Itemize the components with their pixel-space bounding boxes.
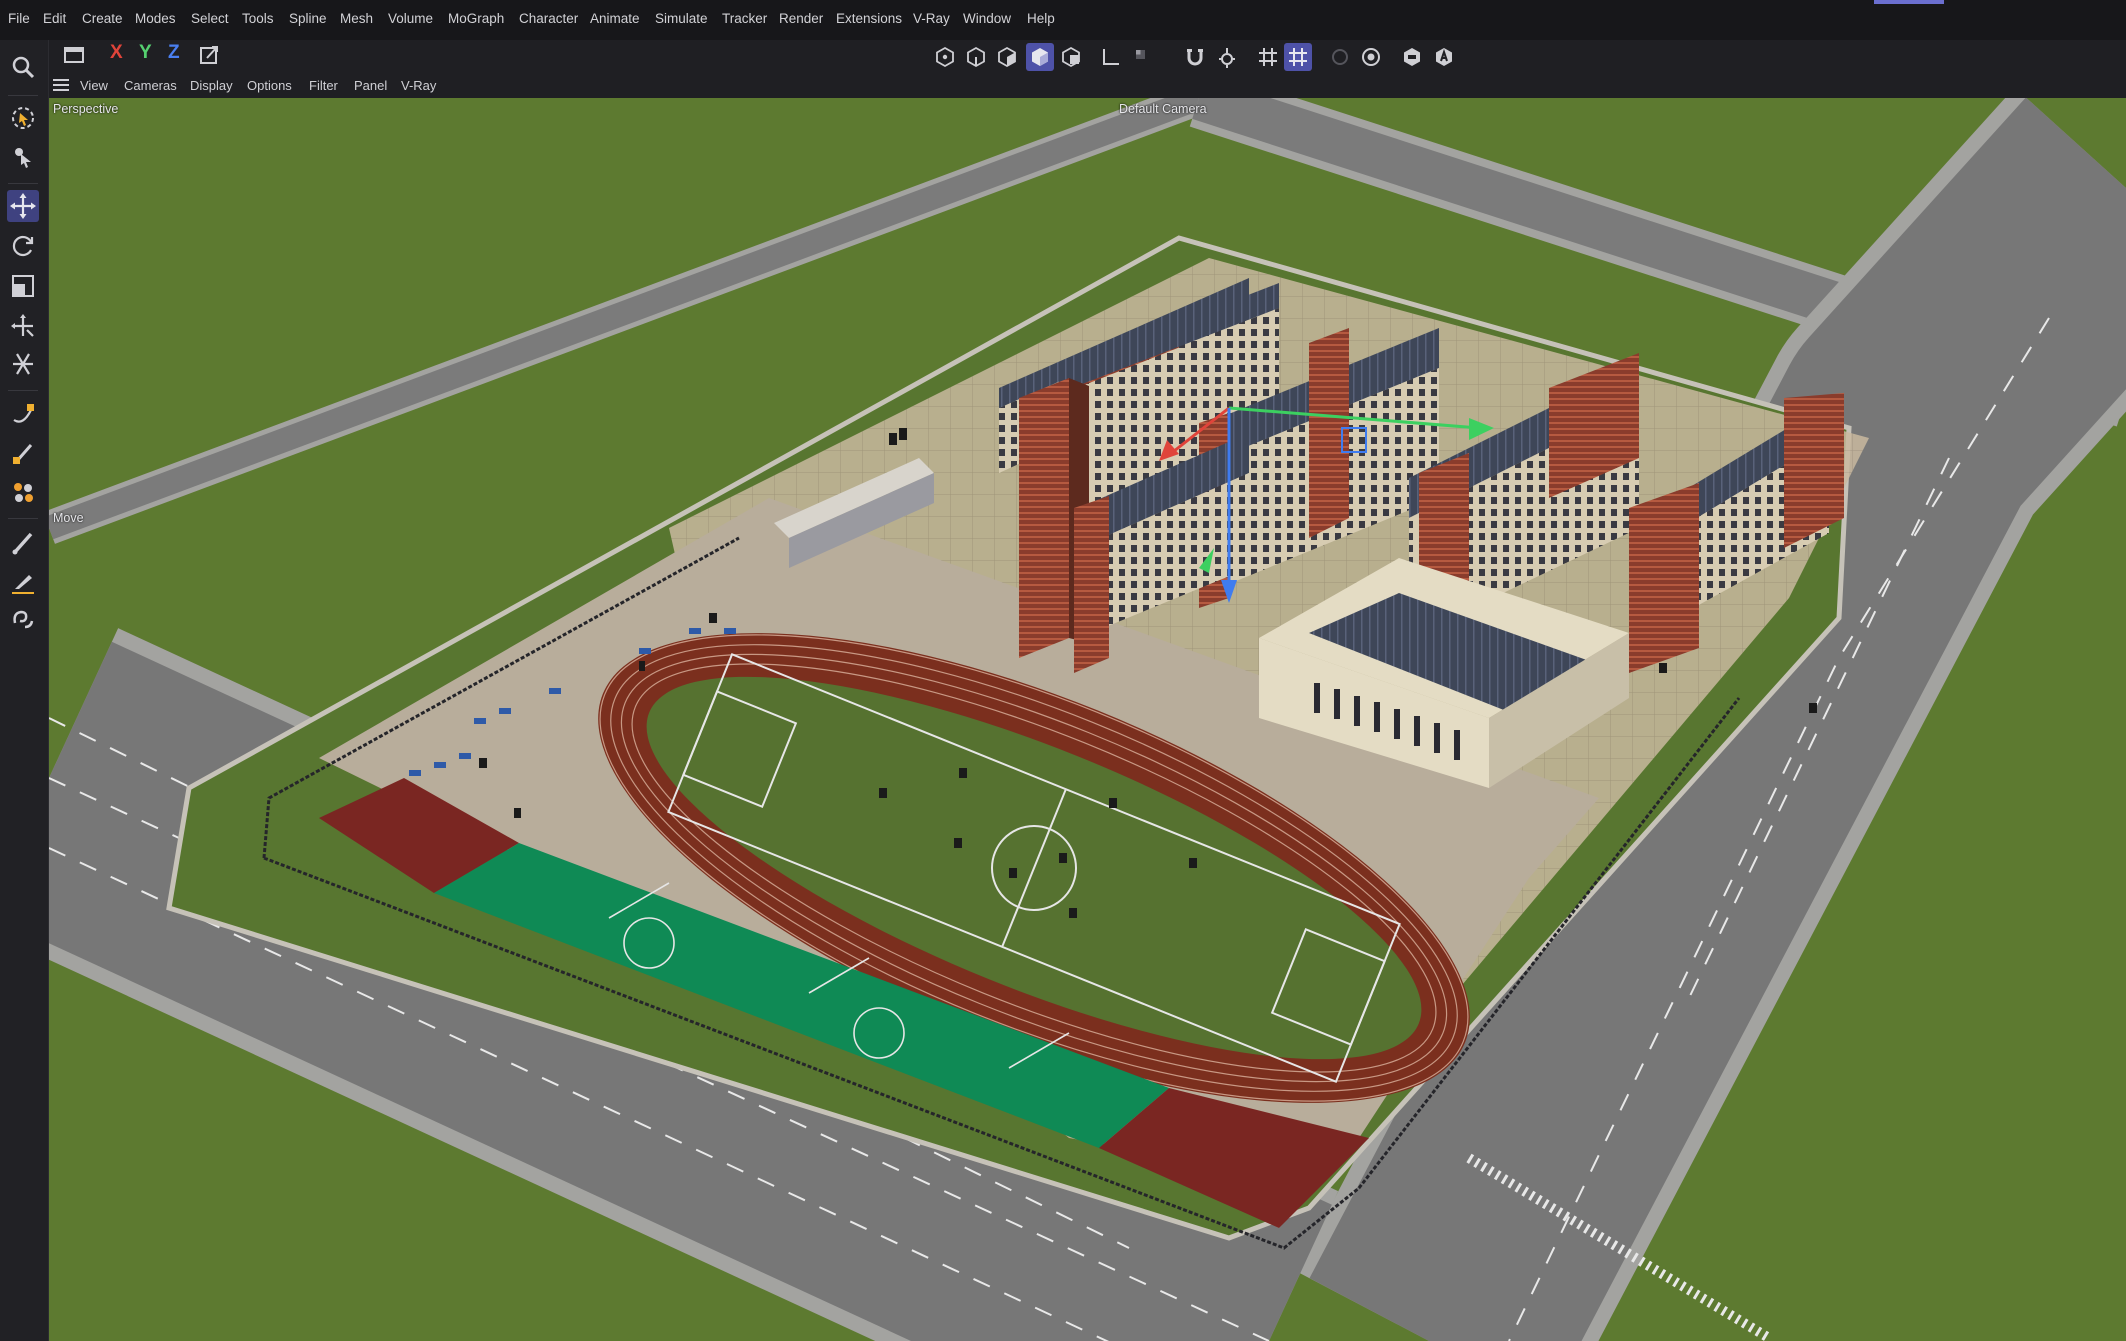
transform-icon[interactable] [7, 310, 39, 342]
viewport-menu-cameras[interactable]: Cameras [124, 78, 177, 93]
tool-hint-label: Move [53, 511, 84, 525]
rotate-icon[interactable] [7, 230, 39, 262]
viewport-menu: View Cameras Display Options Filter Pane… [48, 72, 2126, 98]
snap-settings-icon[interactable] [1213, 43, 1241, 71]
texture-mode-icon[interactable] [1127, 43, 1155, 71]
menu-window[interactable]: Window [963, 11, 1011, 26]
object-mode-icon[interactable] [1026, 43, 1054, 71]
left-tool-palette [0, 40, 49, 1341]
zoom-icon[interactable] [7, 51, 39, 83]
menu-mograph[interactable]: MoGraph [448, 11, 504, 26]
grid-icon[interactable] [1254, 43, 1282, 71]
polygons-mode-icon[interactable] [993, 43, 1021, 71]
selection-tools-icon[interactable] [7, 140, 39, 172]
menu-help[interactable]: Help [1027, 11, 1055, 26]
viewport-menu-panel[interactable]: Panel [354, 78, 387, 93]
spline-pen-icon[interactable] [7, 398, 39, 430]
uvw-mode-icon[interactable] [1057, 43, 1085, 71]
menu-render[interactable]: Render [779, 11, 823, 26]
move-icon[interactable] [7, 190, 39, 222]
tool-separator [8, 183, 38, 184]
render-settings-icon[interactable] [1430, 43, 1458, 71]
viewport-menu-display[interactable]: Display [190, 78, 233, 93]
menu-extensions[interactable]: Extensions [836, 11, 902, 26]
viewport-menu-view[interactable]: View [80, 78, 108, 93]
menu-tracker[interactable]: Tracker [722, 11, 767, 26]
edges-mode-icon[interactable] [962, 43, 990, 71]
axis-x-lock[interactable]: X [110, 42, 123, 64]
menu-create[interactable]: Create [82, 11, 123, 26]
menu-mesh[interactable]: Mesh [340, 11, 373, 26]
menu-modes[interactable]: Modes [135, 11, 176, 26]
menu-bar: File Edit Create Modes Select Tools Spli… [0, 0, 2126, 40]
menu-animate[interactable]: Animate [590, 11, 640, 26]
snap-icon[interactable] [1181, 43, 1209, 71]
tool-separator [8, 390, 38, 391]
viewport-menu-vray[interactable]: V-Ray [401, 78, 436, 93]
menu-vray[interactable]: V-Ray [913, 11, 950, 26]
render-picture-viewer-icon[interactable] [1398, 43, 1426, 71]
menu-simulate[interactable]: Simulate [655, 11, 708, 26]
menu-character[interactable]: Character [519, 11, 578, 26]
soft-transform-icon[interactable] [7, 348, 39, 380]
render-region-icon[interactable] [1326, 43, 1354, 71]
knife-icon[interactable] [7, 565, 39, 597]
undo-icon[interactable] [60, 41, 88, 69]
scene-render [49, 98, 2126, 1341]
brush-icon[interactable] [7, 526, 39, 558]
menu-file[interactable]: File [8, 11, 30, 26]
axis-z-lock[interactable]: Z [168, 42, 180, 64]
viewport-menu-options[interactable]: Options [247, 78, 292, 93]
menu-spline[interactable]: Spline [289, 11, 327, 26]
menu-select[interactable]: Select [191, 11, 229, 26]
workplane-icon[interactable] [1284, 43, 1312, 71]
menu-edit[interactable]: Edit [43, 11, 66, 26]
tool-separator [8, 95, 38, 96]
tool-separator [8, 518, 38, 519]
coord-system-icon[interactable] [195, 41, 223, 69]
menu-volume[interactable]: Volume [388, 11, 433, 26]
camera-label[interactable]: Default Camera [1119, 102, 1207, 116]
axis-mode-icon[interactable] [1097, 43, 1125, 71]
mograph-icon[interactable] [7, 476, 39, 508]
viewport-label: Perspective [53, 102, 119, 116]
viewport-perspective[interactable]: Perspective Default Camera Move [49, 98, 2126, 1341]
magnet-icon[interactable] [7, 603, 39, 635]
axis-y-lock[interactable]: Y [139, 42, 152, 64]
hamburger-icon[interactable] [52, 78, 70, 92]
render-view-icon[interactable] [1357, 43, 1385, 71]
points-mode-icon[interactable] [931, 43, 959, 71]
viewport-menu-filter[interactable]: Filter [309, 78, 338, 93]
layout-tab-indicator [1874, 0, 1944, 4]
scale-icon[interactable] [7, 270, 39, 302]
menu-tools[interactable]: Tools [242, 11, 274, 26]
sketch-icon[interactable] [7, 437, 39, 469]
live-selection-icon[interactable] [7, 102, 39, 134]
